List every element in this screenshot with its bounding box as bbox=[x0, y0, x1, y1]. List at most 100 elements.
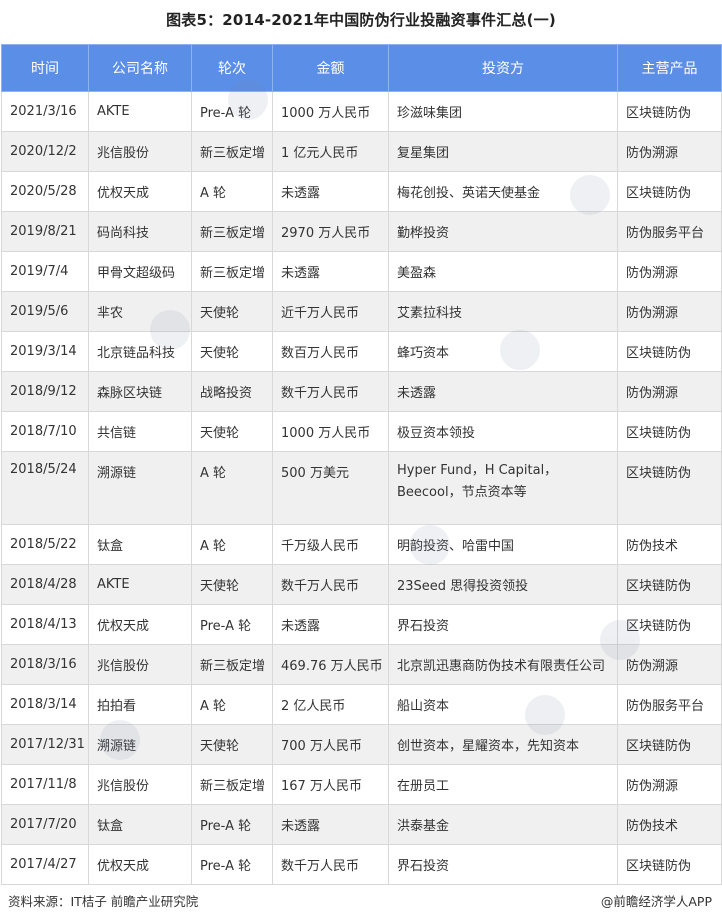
cell-amount: 数百万人民币 bbox=[272, 331, 389, 372]
cell-amount: 未透露 bbox=[272, 171, 389, 212]
table-row: 2018/9/12 森脉区块链 战略投资 数千万人民币 未透露 防伪溯源 bbox=[1, 371, 722, 412]
source-note: 资料来源：IT桔子 前瞻产业研究院 bbox=[8, 894, 199, 909]
cell-investor: 美盈森 bbox=[388, 251, 618, 292]
cell-round: 新三板定增 bbox=[191, 211, 273, 252]
cell-amount: 500 万美元 bbox=[272, 451, 389, 525]
cell-amount: 千万级人民币 bbox=[272, 524, 389, 565]
cell-company: 共信链 bbox=[88, 411, 192, 452]
cell-product: 防伪溯源 bbox=[617, 371, 722, 412]
cell-company: 优权天成 bbox=[88, 844, 192, 885]
table-row: 2017/7/20 钛盒 Pre-A 轮 未透露 洪泰基金 防伪技术 bbox=[1, 804, 722, 845]
cell-investor: 勤桦投资 bbox=[388, 211, 618, 252]
cell-investor: 极豆资本领投 bbox=[388, 411, 618, 452]
cell-time: 2018/7/10 bbox=[1, 411, 89, 452]
cell-company: 钛盒 bbox=[88, 804, 192, 845]
table-header-row: 时间 公司名称 轮次 金额 投资方 主营产品 bbox=[1, 44, 722, 92]
cell-round: 新三板定增 bbox=[191, 131, 273, 172]
cell-company: 芈农 bbox=[88, 291, 192, 332]
table-row: 2021/3/16 AKTE Pre-A 轮 1000 万人民币 珍滋味集团 区… bbox=[1, 91, 722, 132]
cell-investor: 梅花创投、英诺天使基金 bbox=[388, 171, 618, 212]
cell-investor: 23Seed 思得投资领投 bbox=[388, 564, 618, 605]
cell-round: 天使轮 bbox=[191, 724, 273, 765]
cell-investor: 蜂巧资本 bbox=[388, 331, 618, 372]
cell-product: 防伪溯源 bbox=[617, 131, 722, 172]
cell-time: 2017/7/20 bbox=[1, 804, 89, 845]
cell-round: 天使轮 bbox=[191, 564, 273, 605]
cell-round: A 轮 bbox=[191, 451, 273, 525]
cell-company: AKTE bbox=[88, 564, 192, 605]
cell-round: A 轮 bbox=[191, 684, 273, 725]
cell-time: 2018/5/24 bbox=[1, 451, 89, 525]
cell-investor: 界石投资 bbox=[388, 604, 618, 645]
cell-company: 码尚科技 bbox=[88, 211, 192, 252]
cell-investor: 明韵投资、哈雷中国 bbox=[388, 524, 618, 565]
table-row: 2018/3/14 拍拍看 A 轮 2 亿人民币 船山资本 防伪服务平台 bbox=[1, 684, 722, 725]
cell-product: 防伪技术 bbox=[617, 804, 722, 845]
table-row: 2017/11/8 兆信股份 新三板定增 167 万人民币 在册员工 防伪溯源 bbox=[1, 764, 722, 805]
cell-time: 2018/4/13 bbox=[1, 604, 89, 645]
cell-product: 防伪技术 bbox=[617, 524, 722, 565]
cell-time: 2018/5/22 bbox=[1, 524, 89, 565]
cell-company: 优权天成 bbox=[88, 171, 192, 212]
cell-round: 新三板定增 bbox=[191, 644, 273, 685]
cell-amount: 1000 万人民币 bbox=[272, 411, 389, 452]
cell-time: 2020/12/2 bbox=[1, 131, 89, 172]
table-row: 2017/4/27 优权天成 Pre-A 轮 数千万人民币 界石投资 区块链防伪 bbox=[1, 844, 722, 885]
cell-amount: 2970 万人民币 bbox=[272, 211, 389, 252]
cell-investor: 艾素拉科技 bbox=[388, 291, 618, 332]
table-row: 2018/5/22 钛盒 A 轮 千万级人民币 明韵投资、哈雷中国 防伪技术 bbox=[1, 524, 722, 565]
chart-title: 图表5：2014-2021年中国防伪行业投融资事件汇总(一) bbox=[166, 11, 556, 29]
cell-amount: 1000 万人民币 bbox=[272, 91, 389, 132]
cell-company: 甲骨文超级码 bbox=[88, 251, 192, 292]
cell-amount: 167 万人民币 bbox=[272, 764, 389, 805]
cell-round: A 轮 bbox=[191, 524, 273, 565]
cell-time: 2018/9/12 bbox=[1, 371, 89, 412]
cell-round: 天使轮 bbox=[191, 291, 273, 332]
cell-product: 防伪服务平台 bbox=[617, 684, 722, 725]
table-row: 2018/7/10 共信链 天使轮 1000 万人民币 极豆资本领投 区块链防伪 bbox=[1, 411, 722, 452]
table-row: 2017/12/31 溯源链 天使轮 700 万人民币 创世资本，星耀资本，先知… bbox=[1, 724, 722, 765]
cell-time: 2019/3/14 bbox=[1, 331, 89, 372]
cell-time: 2018/3/16 bbox=[1, 644, 89, 685]
cell-amount: 700 万人民币 bbox=[272, 724, 389, 765]
cell-product: 区块链防伪 bbox=[617, 91, 722, 132]
table-row: 2020/12/2 兆信股份 新三板定增 1 亿元人民币 复星集团 防伪溯源 bbox=[1, 131, 722, 172]
table-row: 2019/3/14 北京链品科技 天使轮 数百万人民币 蜂巧资本 区块链防伪 bbox=[1, 331, 722, 372]
table-row: 2018/3/16 兆信股份 新三板定增 469.76 万人民币 北京凯迅惠商防… bbox=[1, 644, 722, 685]
cell-product: 区块链防伪 bbox=[617, 451, 722, 525]
cell-round: 战略投资 bbox=[191, 371, 273, 412]
cell-company: 钛盒 bbox=[88, 524, 192, 565]
cell-round: Pre-A 轮 bbox=[191, 91, 273, 132]
cell-product: 区块链防伪 bbox=[617, 411, 722, 452]
table-row: 2019/5/6 芈农 天使轮 近千万人民币 艾素拉科技 防伪溯源 bbox=[1, 291, 722, 332]
cell-round: 新三板定增 bbox=[191, 764, 273, 805]
cell-product: 防伪溯源 bbox=[617, 764, 722, 805]
cell-round: Pre-A 轮 bbox=[191, 804, 273, 845]
cell-time: 2018/4/28 bbox=[1, 564, 89, 605]
cell-investor: 北京凯迅惠商防伪技术有限责任公司 bbox=[388, 644, 618, 685]
cell-round: Pre-A 轮 bbox=[191, 844, 273, 885]
cell-product: 防伪服务平台 bbox=[617, 211, 722, 252]
cell-amount: 数千万人民币 bbox=[272, 844, 389, 885]
brand-credit: @前瞻经济学人APP bbox=[600, 894, 712, 909]
cell-round: 新三板定增 bbox=[191, 251, 273, 292]
cell-investor: 创世资本，星耀资本，先知资本 bbox=[388, 724, 618, 765]
column-header-time: 时间 bbox=[1, 44, 89, 92]
cell-round: Pre-A 轮 bbox=[191, 604, 273, 645]
cell-time: 2017/12/31 bbox=[1, 724, 89, 765]
column-header-product: 主营产品 bbox=[617, 44, 722, 92]
table-row: 2018/4/28 AKTE 天使轮 数千万人民币 23Seed 思得投资领投 … bbox=[1, 564, 722, 605]
cell-time: 2018/3/14 bbox=[1, 684, 89, 725]
cell-investor: 在册员工 bbox=[388, 764, 618, 805]
cell-product: 区块链防伪 bbox=[617, 171, 722, 212]
cell-round: 天使轮 bbox=[191, 411, 273, 452]
column-header-company: 公司名称 bbox=[88, 44, 192, 92]
cell-investor: 珍滋味集团 bbox=[388, 91, 618, 132]
cell-company: 森脉区块链 bbox=[88, 371, 192, 412]
cell-company: 北京链品科技 bbox=[88, 331, 192, 372]
cell-product: 防伪溯源 bbox=[617, 291, 722, 332]
column-header-round: 轮次 bbox=[191, 44, 273, 92]
investment-events-table: 时间 公司名称 轮次 金额 投资方 主营产品 2021/3/16 AKTE Pr… bbox=[1, 44, 722, 885]
cell-time: 2021/3/16 bbox=[1, 91, 89, 132]
cell-amount: 近千万人民币 bbox=[272, 291, 389, 332]
